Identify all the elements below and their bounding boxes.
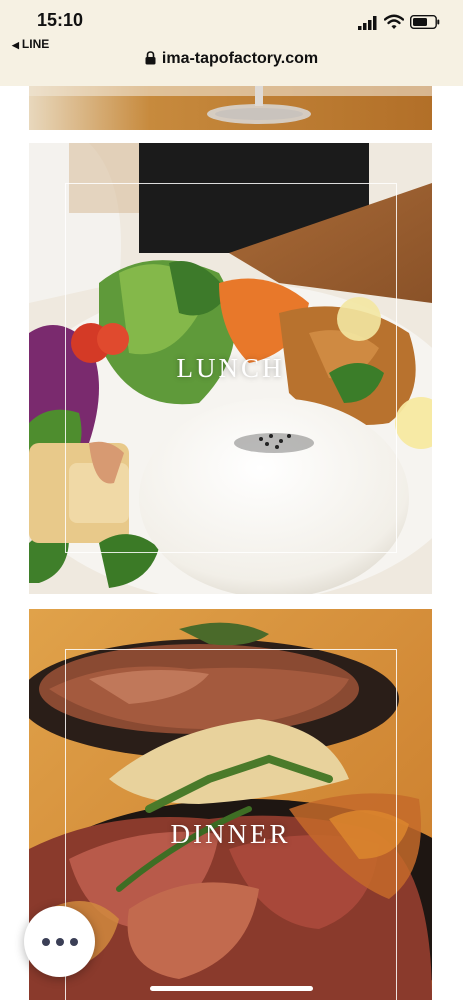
url-text: ima-tapofactory.com <box>161 50 319 67</box>
lunch-label: LUNCH <box>176 353 285 383</box>
more-dots-icon <box>41 937 50 946</box>
home-indicator[interactable] <box>150 986 313 991</box>
url-bar[interactable]: ima-tapofactory.com <box>0 50 463 68</box>
wifi-icon <box>384 14 404 29</box>
more-menu-button[interactable] <box>24 906 95 977</box>
back-app-label: LINE <box>21 37 50 51</box>
status-bar: 15:10 ◀ LINE ima-tapofactory.com <box>0 0 463 86</box>
battery-icon <box>410 15 440 29</box>
back-to-app-link[interactable]: ◀ LINE <box>12 37 49 51</box>
back-arrow-icon: ◀ <box>12 40 19 50</box>
cellular-signal-icon <box>358 16 377 30</box>
more-dot <box>55 937 64 946</box>
dinner-label: DINNER <box>170 819 291 849</box>
lock-icon <box>145 51 156 65</box>
lunch-section[interactable]: LUNCH <box>29 143 432 594</box>
clock: 15:10 <box>37 10 84 30</box>
more-dot <box>69 937 78 946</box>
wine-glass-photo <box>29 86 432 130</box>
